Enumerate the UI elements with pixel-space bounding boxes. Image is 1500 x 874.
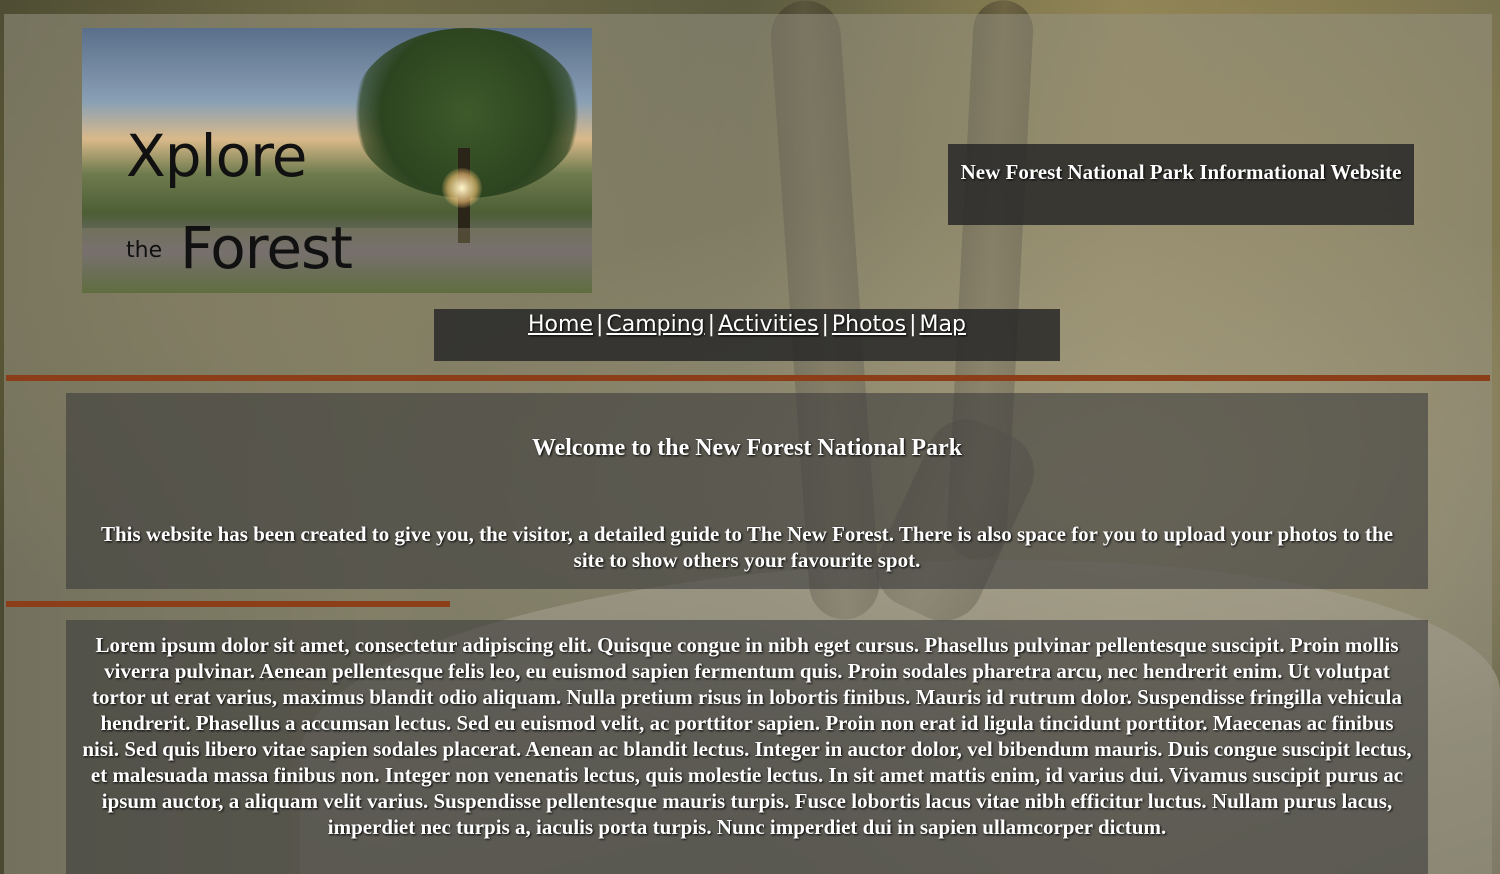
- logo-sun: [442, 168, 482, 208]
- nav-separator: |: [595, 312, 604, 337]
- nav-separator: |: [909, 312, 917, 337]
- nav-link-home[interactable]: Home: [528, 312, 593, 337]
- site-logo: Xplore the Forest: [82, 28, 592, 293]
- nav-separator: |: [821, 312, 829, 337]
- welcome-heading: Welcome to the New Forest National Park: [531, 435, 963, 461]
- nav-link-map[interactable]: Map: [920, 312, 966, 337]
- welcome-intro: This website has been created to give yo…: [100, 522, 1394, 572]
- nav-link-activities[interactable]: Activities: [718, 312, 818, 337]
- section-divider: [6, 375, 1490, 381]
- logo-text-the: the: [126, 238, 163, 263]
- site-tagline: New Forest National Park Informational W…: [948, 144, 1414, 225]
- nav-link-camping[interactable]: Camping: [606, 312, 704, 337]
- logo-text-forest: Forest: [180, 214, 353, 282]
- section-divider-short: [6, 601, 450, 607]
- nav-link-photos[interactable]: Photos: [832, 312, 906, 337]
- main-nav: Home | Camping | Activities | Photos | Map: [434, 309, 1060, 361]
- welcome-section: Welcome to the New Forest National Park …: [66, 393, 1428, 589]
- nav-separator: |: [707, 312, 716, 337]
- body-text-section: Lorem ipsum dolor sit amet, consectetur …: [66, 620, 1428, 874]
- logo-text-xplore: Xplore: [126, 122, 307, 190]
